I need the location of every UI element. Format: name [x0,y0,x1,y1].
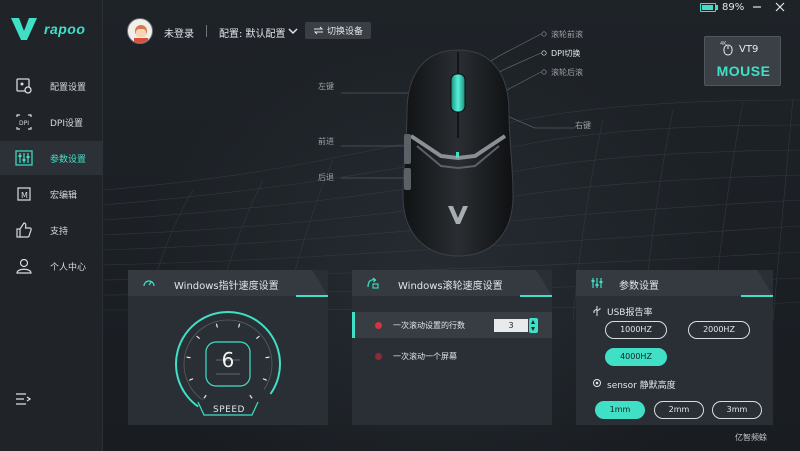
usb-rate-2000-option[interactable]: 2000HZ [688,321,750,339]
panel-accent [741,295,773,297]
speed-label: SPEED [213,405,245,415]
sliders-icon [591,278,603,288]
usb-rate-label: USB报告率 [607,308,653,318]
sidebar-item-label: 参数设置 [50,155,87,165]
sidebar-item-label: 宏编辑 [50,191,78,201]
sidebar-item-support[interactable]: 支持 [0,213,103,247]
gauge-tick [196,335,201,340]
svg-text:DPI: DPI [19,120,29,127]
row-label: 一次滚动一个屏幕 [393,352,457,361]
panel-title: 参数设置 [619,281,659,292]
callout-right-button[interactable]: 右键 [575,120,591,131]
callout-scroll-back[interactable]: 滚轮后滚 [551,67,583,78]
stepper-up-icon[interactable] [531,320,535,324]
sensor-icon [593,379,601,387]
scroll-lines-stepper[interactable] [529,318,538,333]
main-area: 未登录 配置: 默认配置 切换设备 89% 4K VT9 MOUSE 左键 前进… [103,0,800,451]
gauge-tick [237,323,241,328]
collapse-menu-icon[interactable] [15,392,31,406]
gauge-tick [203,394,207,399]
sidebar-item-macro[interactable]: M 宏编辑 [0,177,103,211]
panel-title: Windows指针速度设置 [174,281,279,292]
callout-forward[interactable]: 前进 [318,136,334,147]
config-icon [16,78,32,94]
sensor-1mm-option[interactable]: 1mm [595,401,645,419]
speedometer-icon [143,280,155,287]
stepper-down-icon[interactable] [531,327,535,331]
row-label: 一次滚动设置的行数 [393,321,465,330]
callout-scroll-forward[interactable]: 滚轮前滚 [551,29,583,40]
panel-header [576,270,773,296]
scroll-speed-panel: Windows滚轮速度设置 一次滚动设置的行数 3 一次滚动一个屏幕 [352,270,552,425]
usb-icon [593,306,601,316]
panel-accent [296,295,328,297]
gauge-tick [255,335,260,340]
mouse-illustration [402,49,514,257]
user-icon [16,258,32,274]
sidebar: rapoo 配置设置 DPI DPI设置 参数设置 M 宏编辑 支持 个人中心 [0,0,103,451]
sensor-lod-label: sensor 静默高度 [607,381,676,391]
pointer-speed-panel: Windows指针速度设置 6 SPEED [128,270,328,425]
brand-name: rapoo [44,21,86,37]
sidebar-item-dpi[interactable]: DPI DPI设置 [0,105,103,139]
radio-dot[interactable] [375,353,382,360]
scroll-screen-option[interactable]: 一次滚动一个屏幕 [352,343,552,369]
sidebar-item-params[interactable]: 参数设置 [0,141,103,175]
radio-dot[interactable] [375,322,382,329]
panel-accent [520,295,552,297]
rapoo-logo: rapoo [10,18,100,42]
gauge-tick [215,323,219,328]
sidebar-item-label: DPI设置 [50,119,84,129]
thumbs-up-icon [16,222,32,238]
sidebar-item-label: 个人中心 [50,263,87,273]
usb-rate-4000-option[interactable]: 4000HZ [605,348,667,366]
gauge-tick [189,378,194,381]
scroll-lines-option[interactable]: 一次滚动设置的行数 3 [352,312,552,338]
callout-left-button[interactable]: 左键 [318,81,334,92]
callout-dpi-switch[interactable]: DPI切换 [551,48,580,59]
gauge-tick [249,394,253,399]
usb-rate-1000-option[interactable]: 1000HZ [605,321,667,339]
sliders-icon [15,150,33,166]
pointer-speed-value: 6 [221,348,235,372]
sensor-3mm-option[interactable]: 3mm [712,401,762,419]
scroll-wheel-icon [367,277,379,289]
sidebar-item-label: 配置设置 [50,83,87,93]
scroll-lines-input[interactable]: 3 [494,319,528,332]
dpi-icon: DPI [16,114,32,130]
panel-title: Windows滚轮速度设置 [398,281,503,292]
watermark: 亿智频蜍 [735,433,767,442]
gauge-tick [186,356,191,359]
macro-icon: M [17,187,31,201]
gauge-tick [262,378,267,381]
sidebar-item-config[interactable]: 配置设置 [0,69,103,103]
rapoo-v-logo-icon [11,18,37,40]
callout-back[interactable]: 后退 [318,172,334,183]
sidebar-item-profile[interactable]: 个人中心 [0,249,103,283]
sidebar-item-label: 支持 [50,227,69,237]
gauge-tick [265,356,270,359]
sensor-2mm-option[interactable]: 2mm [654,401,704,419]
svg-text:M: M [21,191,28,200]
params-panel: 参数设置 USB报告率 1000HZ 2000HZ 4000HZ sensor … [576,270,773,425]
